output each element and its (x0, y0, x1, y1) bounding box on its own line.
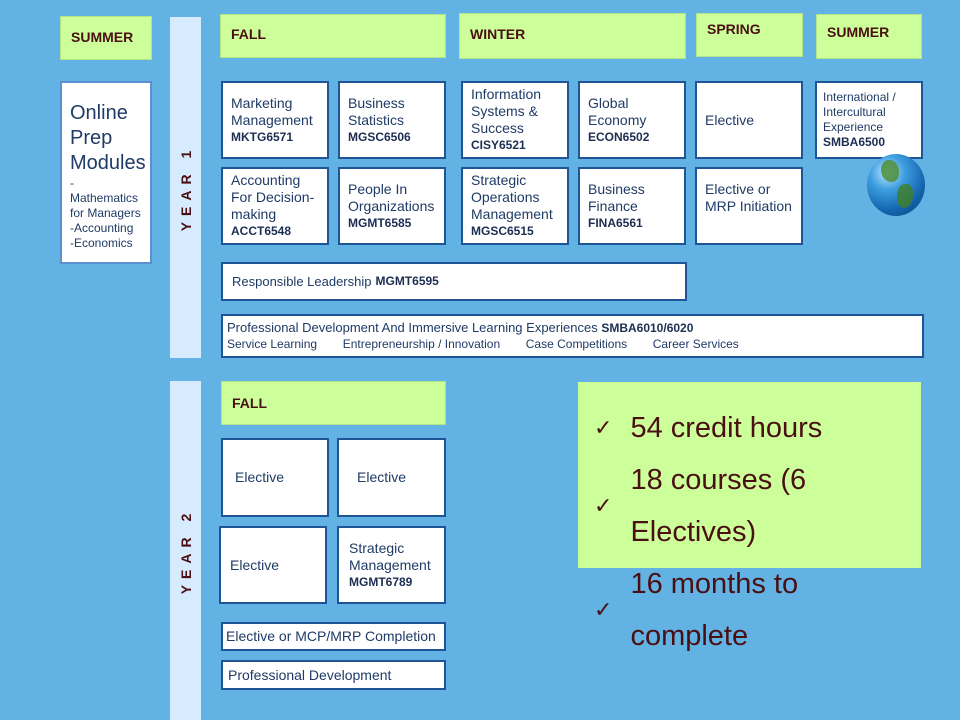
course-card-elective: Elective (337, 438, 446, 517)
course-name: People In Organizations (348, 180, 435, 214)
pd-subitem: Case Competitions (525, 337, 628, 351)
course-name: Elective (705, 111, 755, 128)
course-name: Accounting For Decision-making (231, 172, 315, 222)
responsible-leadership-card: Responsible Leadership MGMT6595 (221, 262, 687, 301)
course-card: Marketing Management MKTG6571 (221, 81, 329, 159)
pd-subitem: Service Learning (227, 337, 318, 351)
course-name: Information Systems & Success (471, 86, 542, 136)
course-code: MGMT6595 (375, 274, 439, 288)
course-card-elective: Elective (695, 81, 803, 159)
program-summary: ✓ 54 credit hours ✓ 18 courses (6 Elective… (578, 382, 921, 652)
term-fall: FALL (220, 14, 446, 58)
course-card: Information Systems & Success CISY6521 (461, 81, 569, 159)
term-label: FALL (232, 395, 267, 411)
term-label: SUMMER (827, 24, 890, 40)
course-name: Elective or MCP/MRP Completion (226, 628, 436, 644)
course-name: Strategic Management (349, 539, 431, 573)
prep-item: for Managers (70, 206, 141, 220)
prep-item: -Accounting (70, 221, 134, 235)
term-spring: SPRING (696, 13, 803, 57)
summary-item: ✓ 18 courses (6 Electives) (594, 454, 921, 558)
year2-label: YEAR 2 (177, 507, 194, 594)
course-name: Business Finance (588, 180, 645, 214)
year2-bar: YEAR 2 (170, 381, 201, 720)
pd-subitem: Career Services (652, 337, 739, 351)
course-card-international: International / Intercultural Experience… (815, 81, 923, 159)
course-name: Strategic Operations Management (471, 172, 553, 222)
pd-subitem: Entrepreneurship / Innovation (342, 337, 501, 351)
term-label: SUMMER (71, 29, 134, 45)
course-code: MGSC6506 (348, 129, 411, 144)
summary-text: 18 courses (6 Electives) (630, 464, 807, 548)
course-card: Accounting For Decision-making ACCT6548 (221, 167, 329, 245)
globe-icon (867, 154, 925, 216)
course-name: Marketing Management (231, 94, 313, 128)
course-name: Business Statistics (348, 94, 405, 128)
course-code: MGMT6789 (349, 574, 413, 589)
course-name: Elective (357, 469, 407, 485)
summary-item: ✓ 54 credit hours (594, 402, 921, 454)
course-name: Responsible Leadership (232, 274, 372, 289)
course-card-elective: Elective (219, 526, 327, 604)
course-card: Global Economy ECON6502 (578, 81, 686, 159)
term-label: SPRING (707, 21, 761, 37)
course-name: Elective or MRP Initiation (705, 181, 792, 214)
pd-subitems: Service Learning Entrepreneurship / Inno… (227, 336, 918, 352)
pd-title-row: Professional Development And Immersive L… (227, 320, 918, 336)
course-code: MGSC6515 (471, 224, 534, 238)
summary-text: 54 credit hours (630, 412, 823, 444)
term-label: WINTER (470, 26, 526, 42)
professional-development-card: Professional Development And Immersive L… (221, 314, 924, 358)
summary-item: ✓ 16 months to complete (594, 558, 921, 662)
course-name: Global Economy (588, 94, 647, 128)
course-code: MGMT6585 (348, 215, 412, 230)
online-prep-modules: Online Prep Modules -Mathematics for Man… (60, 81, 152, 264)
check-icon: ✓ (594, 415, 613, 440)
course-code: ACCT6548 (231, 224, 292, 238)
year1-bar: YEAR 1 (170, 17, 201, 358)
course-code: ECON6502 (588, 129, 650, 144)
year1-label: YEAR 1 (177, 144, 194, 231)
term-fall-year2: FALL (221, 381, 446, 425)
course-name: Elective (230, 556, 280, 573)
term-winter: WINTER (459, 13, 686, 59)
summary-text: 16 months to complete (630, 568, 799, 652)
course-card: Business Finance FINA6561 (578, 167, 686, 245)
course-name: International / Intercultural Experience (823, 90, 896, 134)
course-card: People In Organizations MGMT6585 (338, 167, 446, 245)
course-code: CISY6521 (471, 138, 526, 152)
course-card-elective: Elective (221, 438, 329, 517)
term-label: FALL (231, 26, 266, 42)
course-card-elective-mrp: Elective or MRP Initiation (695, 167, 803, 245)
prep-item: -Economics (70, 236, 133, 250)
prep-item: -Mathematics (70, 176, 139, 205)
course-code: SMBA6010/6020 (601, 321, 694, 335)
course-code: FINA6561 (588, 215, 643, 230)
course-name: Professional Development (228, 666, 392, 683)
check-icon: ✓ (594, 493, 613, 518)
course-card: Strategic Operations Management MGSC6515 (461, 167, 569, 245)
check-icon: ✓ (594, 597, 613, 622)
prep-title-1: Online (70, 102, 128, 124)
term-summer: SUMMER (816, 14, 922, 59)
elective-mcp-mrp-card: Elective or MCP/MRP Completion (221, 622, 446, 651)
course-card: Strategic Management MGMT6789 (337, 526, 446, 604)
course-code: SMBA6500 (823, 135, 886, 149)
course-card: Business Statistics MGSC6506 (338, 81, 446, 159)
course-code: MKTG6571 (231, 129, 294, 144)
term-summer-pre: SUMMER (60, 16, 152, 60)
globe-land (881, 160, 899, 182)
prep-title-3: Modules (70, 152, 146, 174)
course-name: Professional Development And Immersive L… (227, 320, 598, 335)
prep-title-2: Prep (70, 127, 113, 149)
course-name: Elective (235, 469, 285, 485)
professional-development-y2-card: Professional Development (221, 660, 446, 690)
globe-land (897, 184, 913, 208)
